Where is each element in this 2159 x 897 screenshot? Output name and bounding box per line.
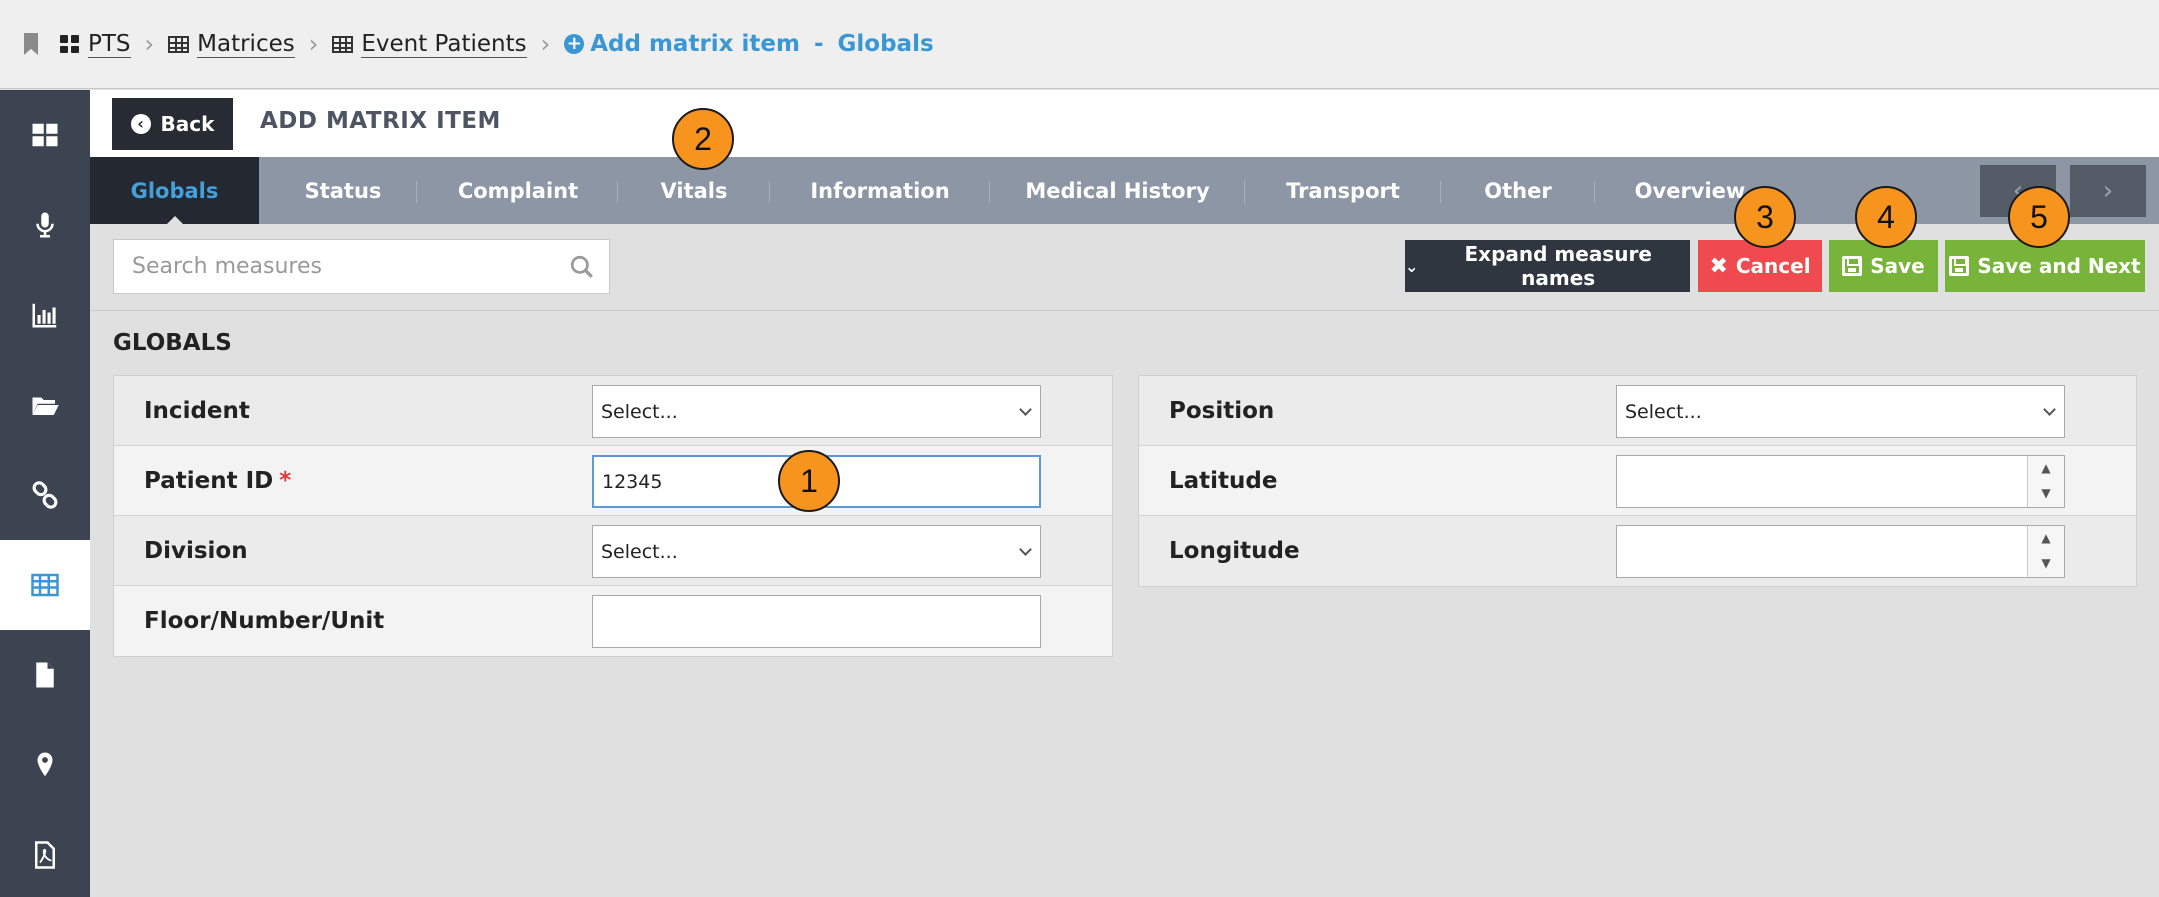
field-row-longitude: Longitude ▲ ▼ (1139, 516, 2136, 586)
field-row-latitude: Latitude ▲ ▼ (1139, 446, 2136, 516)
latitude-field: ▲ ▼ (1616, 455, 2065, 508)
callout-marker-2: 2 (672, 108, 734, 170)
close-icon: ✖ (1709, 253, 1728, 279)
callout-marker-5: 5 (2008, 186, 2070, 248)
incident-select[interactable]: Select... (592, 385, 1041, 438)
tab-bar: Globals Status Complaint Vitals Informat… (90, 157, 2159, 225)
dashboard-icon (60, 35, 80, 53)
globals-left-panel: Incident Select... Patient ID* Division … (113, 375, 1113, 657)
breadcrumb-matrices[interactable]: Matrices (168, 31, 295, 58)
link-icon (32, 481, 58, 509)
tabs-next-button[interactable]: › (2070, 165, 2146, 217)
sidebar-item-reports[interactable] (0, 270, 90, 360)
tab-status[interactable]: Status (259, 157, 427, 224)
field-label: Longitude (1169, 538, 1300, 564)
field-label: Floor/Number/Unit (144, 608, 385, 634)
floor-number-unit-input[interactable] (592, 595, 1041, 648)
tab-other[interactable]: Other (1441, 157, 1595, 224)
breadcrumb-dash: - (813, 31, 824, 57)
stepper-up-icon[interactable]: ▲ (2028, 526, 2064, 551)
field-label: Latitude (1169, 468, 1278, 494)
microphone-icon (36, 212, 54, 238)
field-row-patient-id: Patient ID * (114, 446, 1112, 516)
section-title: GLOBALS (113, 330, 232, 356)
longitude-field: ▲ ▼ (1616, 525, 2065, 578)
breadcrumb-current: + Add matrix item - Globals (564, 31, 934, 57)
required-marker: * (279, 468, 292, 494)
globals-right-panel: Position Select... Latitude ▲ ▼ Longitud… (1138, 375, 2137, 587)
latitude-stepper[interactable]: ▲ ▼ (2027, 456, 2064, 507)
field-row-division: Division Select... (114, 516, 1112, 586)
table-icon (332, 35, 354, 53)
chevron-right-icon: › (540, 30, 551, 58)
chevron-right-icon: › (308, 30, 319, 58)
field-label: Incident (144, 398, 250, 424)
page-header: ‹ Back ADD MATRIX ITEM (90, 90, 2159, 157)
page-title: ADD MATRIX ITEM (260, 108, 501, 134)
chevron-down-icon (2043, 403, 2056, 416)
callout-marker-4: 4 (1855, 186, 1917, 248)
chevron-right-icon: › (2102, 176, 2114, 206)
bookmark-icon[interactable] (24, 33, 38, 55)
sidebar-item-matrices[interactable] (0, 540, 90, 630)
back-button[interactable]: ‹ Back (112, 98, 233, 150)
chevron-down-icon (1019, 543, 1032, 556)
search-box (113, 239, 610, 294)
field-label: Division (144, 538, 248, 564)
plus-circle-icon: + (564, 34, 585, 54)
sidebar (0, 90, 90, 897)
sidebar-item-links[interactable] (0, 450, 90, 540)
cancel-button[interactable]: ✖ Cancel (1698, 240, 1822, 292)
callout-marker-3: 3 (1734, 186, 1796, 248)
dashboard-icon (32, 123, 58, 147)
floppy-disk-icon (1949, 256, 1970, 276)
sidebar-item-documents[interactable] (0, 630, 90, 720)
position-select[interactable]: Select... (1616, 385, 2065, 438)
sidebar-item-audio[interactable] (0, 180, 90, 270)
expand-measure-names-button[interactable]: ⌄ Expand measure names (1405, 240, 1690, 292)
sidebar-item-locations[interactable] (0, 720, 90, 810)
bar-chart-icon (32, 303, 57, 328)
chevron-down-icon: ⌄ (1405, 256, 1419, 276)
field-row-position: Position Select... (1139, 376, 2136, 446)
breadcrumb-pts[interactable]: PTS (60, 31, 131, 58)
field-row-incident: Incident Select... (114, 376, 1112, 446)
folder-open-icon (32, 397, 59, 415)
stepper-down-icon[interactable]: ▼ (2028, 551, 2064, 576)
latitude-input[interactable] (1617, 456, 2027, 507)
save-and-next-button[interactable]: Save and Next (1945, 240, 2145, 292)
field-row-floor-number-unit: Floor/Number/Unit (114, 586, 1112, 656)
pdf-icon (35, 841, 55, 869)
back-arrow-icon: ‹ (130, 114, 151, 134)
tab-medical-history[interactable]: Medical History (990, 157, 1245, 224)
longitude-input[interactable] (1617, 526, 2027, 577)
breadcrumb-event-patients[interactable]: Event Patients (332, 31, 527, 58)
toolbar-divider (90, 310, 2159, 311)
chevron-down-icon (1019, 403, 1032, 416)
map-marker-icon (37, 752, 53, 777)
table-icon (168, 35, 190, 53)
field-label: Position (1169, 398, 1275, 424)
breadcrumb: PTS › Matrices › Event Patients › + Add … (0, 0, 2159, 89)
tab-transport[interactable]: Transport (1245, 157, 1441, 224)
callout-marker-1: 1 (778, 450, 840, 512)
sidebar-item-pdf[interactable] (0, 810, 90, 897)
field-label: Patient ID * (144, 468, 292, 494)
sidebar-item-files[interactable] (0, 360, 90, 450)
sidebar-item-dashboard[interactable] (0, 90, 90, 180)
division-select[interactable]: Select... (592, 525, 1041, 578)
chevron-right-icon: › (144, 30, 155, 58)
stepper-down-icon[interactable]: ▼ (2028, 481, 2064, 506)
tab-information[interactable]: Information (770, 157, 990, 224)
stepper-up-icon[interactable]: ▲ (2028, 456, 2064, 481)
search-input[interactable] (114, 240, 534, 293)
tab-globals[interactable]: Globals (90, 157, 259, 225)
floppy-disk-icon (1842, 256, 1863, 276)
table-icon (31, 573, 59, 597)
tab-complaint[interactable]: Complaint (417, 157, 619, 224)
longitude-stepper[interactable]: ▲ ▼ (2027, 526, 2064, 577)
search-icon[interactable] (569, 254, 595, 280)
document-icon (36, 662, 54, 688)
